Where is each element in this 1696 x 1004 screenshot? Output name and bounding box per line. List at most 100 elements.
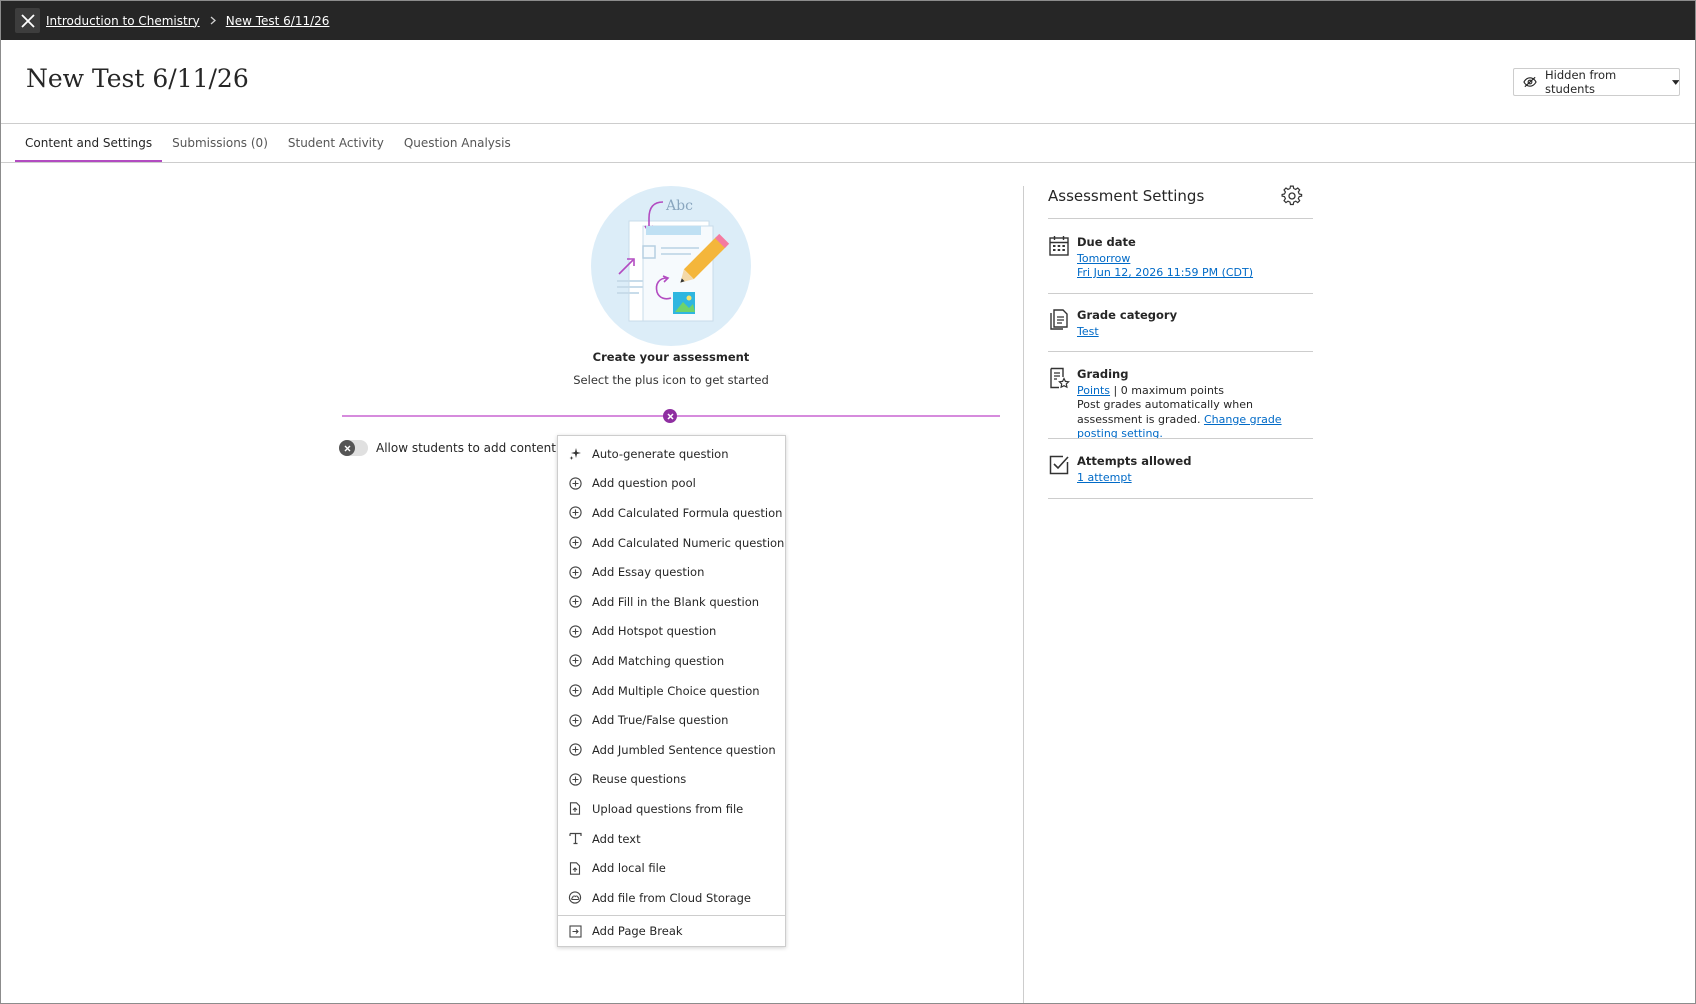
menu-item-label: Add Calculated Formula question — [592, 505, 783, 520]
grade-star-icon — [1050, 367, 1070, 389]
app-frame: Introduction to Chemistry New Test 6/11/… — [0, 0, 1696, 1004]
menu-item-add-page-break[interactable]: Add Page Break — [558, 917, 785, 947]
settings-divider — [1048, 351, 1313, 352]
file-upload-icon — [568, 861, 582, 875]
menu-item-label: Reuse questions — [592, 772, 687, 787]
tabs-divider — [1, 162, 1695, 163]
grading-setting: Grading Points | 0 maximum points Post g… — [1048, 367, 1313, 442]
tab-question-analysis[interactable]: Question Analysis — [394, 125, 521, 163]
chevron-right-icon — [210, 16, 216, 25]
menu-item-add-jumbled-sentence-question[interactable]: Add Jumbled Sentence question — [558, 735, 785, 765]
menu-item-label: Add Matching question — [592, 653, 725, 668]
grading-scheme-link[interactable]: Points — [1077, 384, 1110, 397]
menu-item-add-matching-question[interactable]: Add Matching question — [558, 646, 785, 676]
settings-divider — [1048, 438, 1313, 439]
menu-item-add-true-false-question[interactable]: Add True/False question — [558, 705, 785, 735]
menu-item-label: Add question pool — [592, 476, 696, 491]
allow-students-toggle-row: Allow students to add content at e — [339, 440, 583, 456]
settings-panel-title: Assessment Settings — [1048, 187, 1205, 205]
plus-circle-icon — [568, 506, 582, 520]
plus-circle-icon — [568, 536, 582, 550]
due-date-setting: Due date Tomorrow Fri Jun 12, 2026 11:59… — [1048, 235, 1313, 281]
menu-item-label: Add Multiple Choice question — [592, 683, 760, 698]
attempts-heading: Attempts allowed — [1077, 454, 1192, 468]
settings-divider — [1048, 498, 1313, 499]
close-icon — [344, 445, 350, 451]
visibility-label: Hidden from students — [1545, 68, 1617, 96]
settings-gear-button[interactable] — [1281, 185, 1303, 211]
menu-item-add-local-file[interactable]: Add local file — [558, 853, 785, 883]
menu-item-add-text[interactable]: Add text — [558, 824, 785, 854]
menu-item-label: Upload questions from file — [592, 801, 744, 816]
close-add-menu-button[interactable] — [663, 409, 677, 423]
menu-item-label: Add text — [592, 831, 641, 846]
header-divider — [1, 123, 1695, 124]
tab-bar: Content and Settings Submissions (0) Stu… — [15, 125, 521, 163]
calendar-icon — [1049, 236, 1069, 256]
page-break-icon — [568, 924, 582, 938]
cloud-icon — [568, 891, 582, 905]
menu-item-add-file-from-cloud-storage[interactable]: Add file from Cloud Storage — [558, 883, 785, 913]
caret-down-icon — [1671, 79, 1679, 85]
allow-students-toggle-label: Allow students to add content at e — [376, 441, 584, 455]
tab-content-and-settings[interactable]: Content and Settings — [15, 125, 163, 163]
menu-divider — [558, 914, 785, 916]
tab-submissions[interactable]: Submissions (0) — [162, 125, 278, 163]
menu-item-label: Add Page Break — [592, 924, 683, 939]
menu-item-label: Add Fill in the Blank question — [592, 594, 760, 609]
menu-item-reuse-questions[interactable]: Reuse questions — [558, 765, 785, 795]
grading-max-points: 0 maximum points — [1120, 383, 1224, 397]
close-icon — [20, 13, 35, 28]
menu-item-label: Add Jumbled Sentence question — [592, 742, 776, 757]
menu-item-label: Add Hotspot question — [592, 624, 717, 639]
grade-category-link[interactable]: Test — [1077, 325, 1099, 338]
menu-item-add-calculated-formula-question[interactable]: Add Calculated Formula question — [558, 498, 785, 528]
plus-circle-icon — [568, 772, 582, 786]
visibility-dropdown[interactable]: Hidden from students — [1513, 68, 1680, 96]
tab-student-activity[interactable]: Student Activity — [278, 125, 394, 163]
menu-item-label: Add Essay question — [592, 565, 705, 580]
page-title: New Test 6/11/26 — [26, 64, 249, 93]
plus-circle-icon — [568, 595, 582, 609]
close-icon — [666, 412, 674, 420]
plus-circle-icon — [568, 624, 582, 638]
add-content-menu: Auto-generate question Add question pool… — [557, 435, 786, 947]
top-bar: Introduction to Chemistry New Test 6/11/… — [1, 1, 1695, 40]
menu-item-label: Add file from Cloud Storage — [592, 890, 752, 905]
empty-state-title: Create your assessment — [592, 350, 750, 364]
menu-item-label: Auto-generate question — [592, 446, 729, 461]
close-button[interactable] — [15, 8, 40, 33]
text-icon — [568, 832, 582, 846]
allow-students-toggle[interactable] — [339, 440, 368, 456]
checkbox-icon — [1049, 455, 1069, 475]
menu-item-auto-generate-question[interactable]: Auto-generate question — [558, 439, 785, 469]
eye-slash-icon — [1523, 76, 1537, 88]
due-date-absolute-link[interactable]: Fri Jun 12, 2026 11:59 PM (CDT) — [1077, 266, 1253, 279]
empty-state-subtitle: Select the plus icon to get started — [573, 373, 769, 387]
menu-item-add-hotspot-question[interactable]: Add Hotspot question — [558, 617, 785, 647]
menu-item-upload-questions-from-file[interactable]: Upload questions from file — [558, 794, 785, 824]
document-stack-icon — [1050, 309, 1068, 330]
menu-item-add-essay-question[interactable]: Add Essay question — [558, 557, 785, 587]
grade-category-heading: Grade category — [1077, 308, 1178, 322]
gear-icon — [1281, 185, 1303, 206]
menu-item-label: Add Calculated Numeric question — [592, 535, 785, 550]
menu-item-add-multiple-choice-question[interactable]: Add Multiple Choice question — [558, 676, 785, 706]
breadcrumb-test-link[interactable]: New Test 6/11/26 — [226, 14, 330, 28]
plus-circle-icon — [568, 565, 582, 579]
attempts-link[interactable]: 1 attempt — [1077, 471, 1132, 484]
settings-panel-divider — [1023, 186, 1024, 1003]
menu-item-label: Add True/False question — [592, 713, 729, 728]
settings-title-divider — [1048, 218, 1313, 219]
plus-circle-icon — [568, 654, 582, 668]
grading-heading: Grading — [1077, 367, 1129, 381]
menu-item-add-question-pool[interactable]: Add question pool — [558, 469, 785, 499]
breadcrumb-course-link[interactable]: Introduction to Chemistry — [46, 14, 200, 28]
due-date-heading: Due date — [1077, 235, 1136, 249]
plus-circle-icon — [568, 743, 582, 757]
settings-divider — [1048, 293, 1313, 294]
menu-item-add-calculated-numeric-question[interactable]: Add Calculated Numeric question — [558, 528, 785, 558]
plus-circle-icon — [568, 713, 582, 727]
menu-item-add-fill-in-the-blank-question[interactable]: Add Fill in the Blank question — [558, 587, 785, 617]
due-date-relative-link[interactable]: Tomorrow — [1077, 252, 1130, 265]
